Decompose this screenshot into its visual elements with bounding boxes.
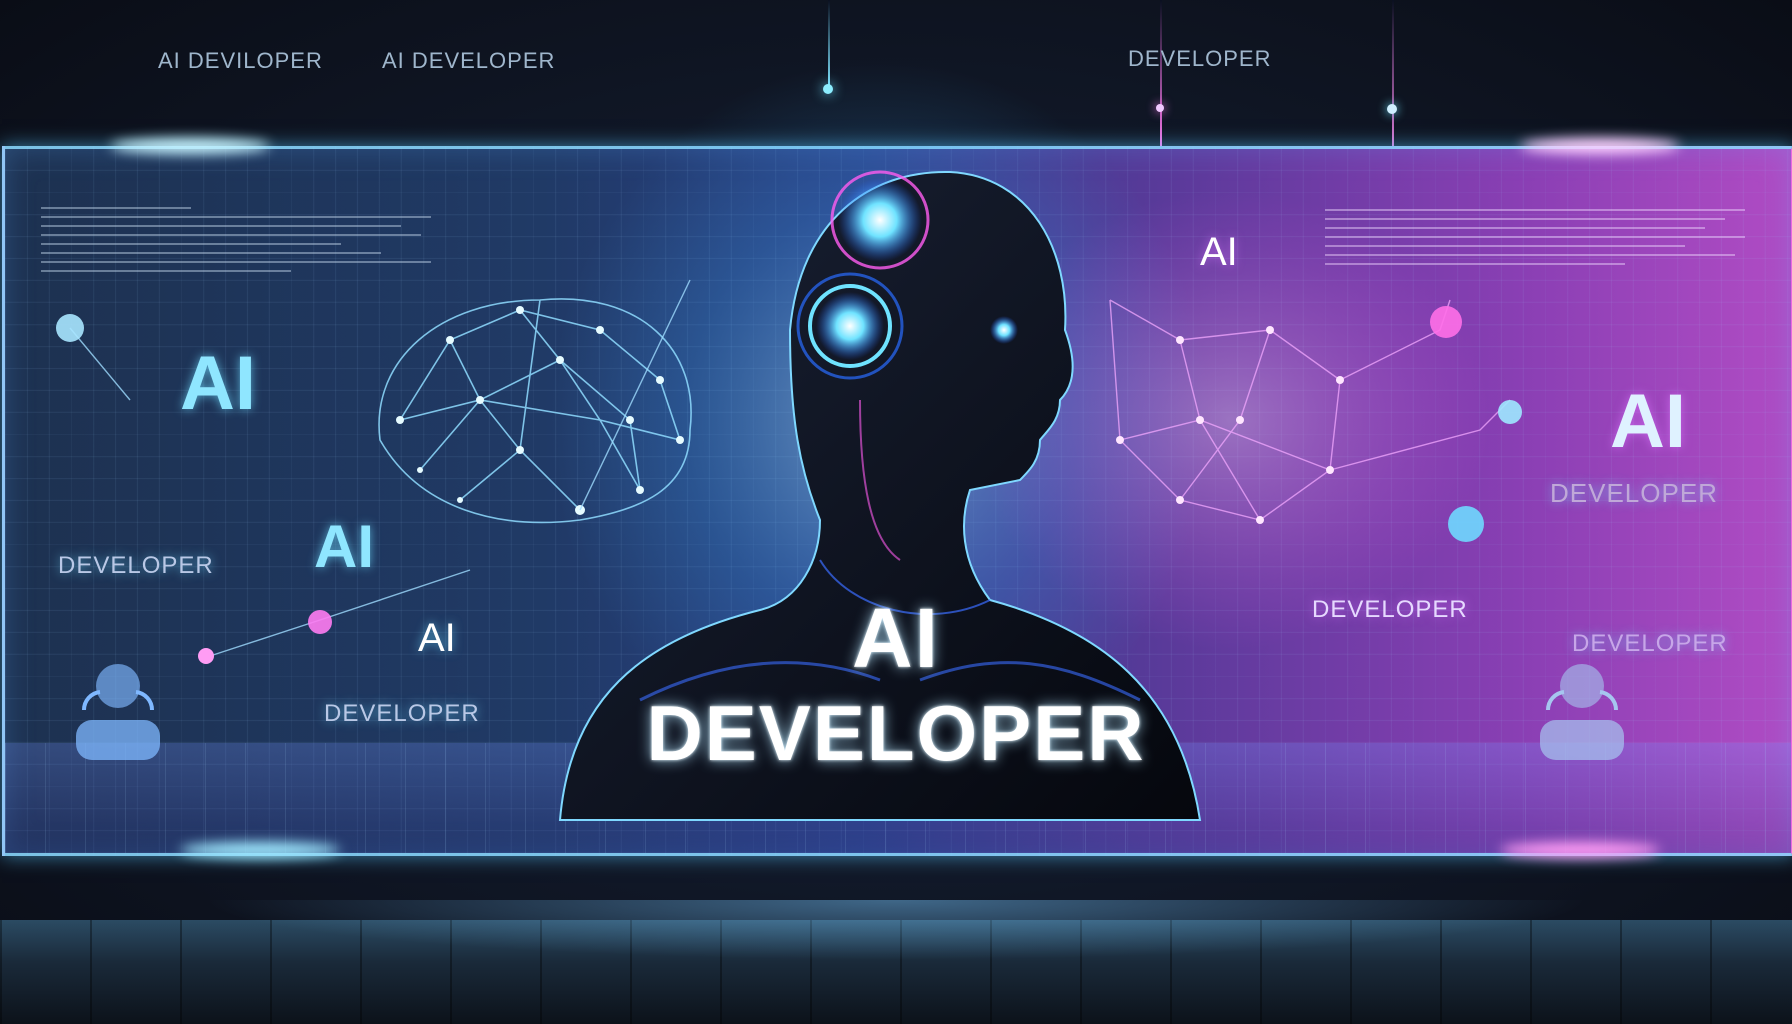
glow-orb [1430,306,1462,338]
glow-orb [1448,506,1484,542]
label-developer: DEVELOPER [1572,630,1728,657]
main-title-developer: DEVELOPER [646,689,1146,777]
main-title-ai: AI [852,591,940,685]
scene-graphics [56,60,1522,821]
label-developer: DEVELOPER [58,552,214,579]
label-ai: AI [180,341,256,426]
glow-orb [1498,400,1522,424]
glow-orb [308,610,332,634]
label-ai: AI [314,513,374,580]
ear-light [816,292,884,360]
label-developer: DEVELOPER [324,700,480,727]
label-ai: AI [1200,230,1238,274]
ai-developer-banner: AI DEVILOPER AI DEVELOPER DEVELOPER AI A… [0,0,1792,1024]
brain-core-light [838,178,922,262]
user-icon [1540,664,1624,760]
label-ai: AI [1610,379,1686,464]
label-developer: DEVELOPER [1550,478,1718,508]
label-developer: DEVELOPER [1312,596,1468,623]
user-icon [76,664,160,760]
glow-orb [56,314,84,342]
eye-glow [990,316,1018,344]
label-ai: AI [418,616,456,660]
glow-orb [198,648,214,664]
